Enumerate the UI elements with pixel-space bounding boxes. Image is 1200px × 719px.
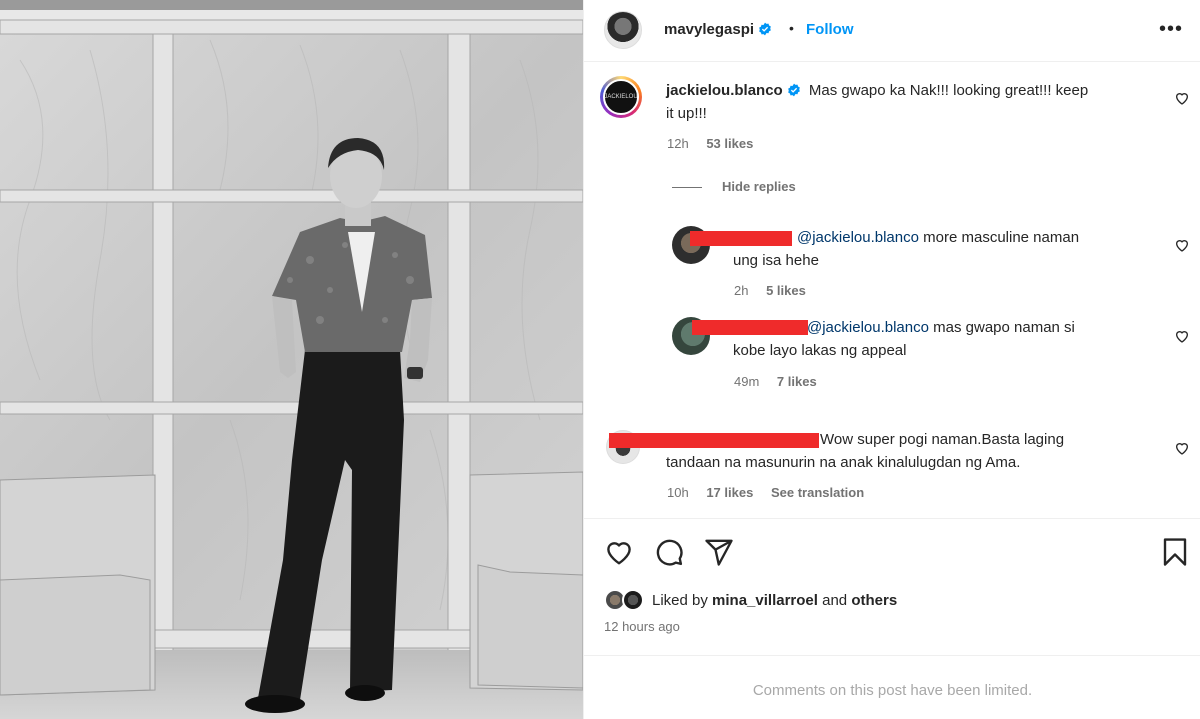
heart-icon[interactable] [604,537,634,567]
owner-avatar[interactable] [604,11,642,49]
redaction-bar [609,433,819,448]
liker-avatar[interactable] [622,589,644,611]
reply-text-line2: kobe layo lakas ng appeal [733,342,907,359]
comments-list: JACKIELOU jackielou.blanco Mas gwapo ka … [584,62,1200,518]
post-sidebar: mavylegaspi • Follow ••• JACKIELOU jacki… [583,0,1200,719]
comment-text: Wow super pogi naman.Basta laging [820,431,1065,448]
verified-badge-icon [759,22,771,36]
comment-likes[interactable]: 53 likes [706,136,753,151]
redaction-bar [692,320,808,335]
liked-by-summary: Liked by mina_villarroel and others [652,592,898,609]
separator-dot: • [789,20,794,36]
comment-time[interactable]: 12h [667,136,689,151]
comment-meta: 12h 53 likes [667,136,767,151]
commenter-username[interactable]: jackielou.blanco [666,82,783,99]
post-actions: Liked by mina_villarroel and others 12 h… [584,518,1200,655]
comment-time[interactable]: 10h [667,485,689,500]
others-link[interactable]: others [851,592,897,609]
reply-item: @jackielou.blanco more masculine naman u… [584,222,1200,307]
more-icon[interactable]: ••• [1159,18,1183,41]
heart-icon[interactable] [1174,90,1190,106]
redaction-bar [690,231,792,246]
reply-text: @jackielou.blanco more masculine naman [797,229,1080,246]
heart-icon[interactable] [1174,440,1190,456]
reply-text-line2: ung isa hehe [733,252,819,269]
commenter-avatar[interactable]: JACKIELOU [600,76,642,118]
comments-limited-notice: Comments on this post have been limited. [584,655,1200,719]
post-photo[interactable] [0,0,583,719]
see-translation-link[interactable]: See translation [771,485,864,500]
reply-meta: 2h 5 likes [734,283,820,298]
reply-text: @jackielou.blanco mas gwapo naman si [807,319,1075,336]
comment-item: Wow super pogi naman.Basta laging tandaa… [584,424,1200,514]
post-image [0,0,583,719]
reply-item: @jackielou.blanco mas gwapo naman si kob… [584,314,1200,399]
bookmark-icon[interactable] [1160,537,1190,567]
comment-icon[interactable] [654,537,684,567]
reply-meta: 49m 7 likes [734,374,831,389]
follow-button[interactable]: Follow [806,21,854,38]
verified-badge-icon [787,83,800,97]
heart-icon[interactable] [1174,328,1190,344]
reply-likes[interactable]: 7 likes [777,374,817,389]
comment-text: jackielou.blanco Mas gwapo ka Nak!!! loo… [666,82,1089,122]
comment-meta: 10h 17 likes See translation [667,485,878,500]
reply-likes[interactable]: 5 likes [766,283,806,298]
mention-link[interactable]: @jackielou.blanco [797,229,919,246]
post-header: mavylegaspi • Follow ••• [584,0,1200,62]
comment-likes[interactable]: 17 likes [706,485,753,500]
post-timestamp[interactable]: 12 hours ago [604,619,680,634]
comment-text-line2: tandaan na masunurin na anak kinalulugda… [666,454,1021,471]
heart-icon[interactable] [1174,237,1190,253]
reply-time[interactable]: 2h [734,283,748,298]
reply-time[interactable]: 49m [734,374,759,389]
share-icon[interactable] [704,537,734,567]
hide-replies-button[interactable]: Hide replies [672,179,796,194]
owner-username[interactable]: mavylegaspi [664,21,772,38]
mention-link[interactable]: @jackielou.blanco [807,319,929,336]
comment-item: JACKIELOU jackielou.blanco Mas gwapo ka … [584,62,1200,172]
liker-username[interactable]: mina_villarroel [712,592,818,609]
